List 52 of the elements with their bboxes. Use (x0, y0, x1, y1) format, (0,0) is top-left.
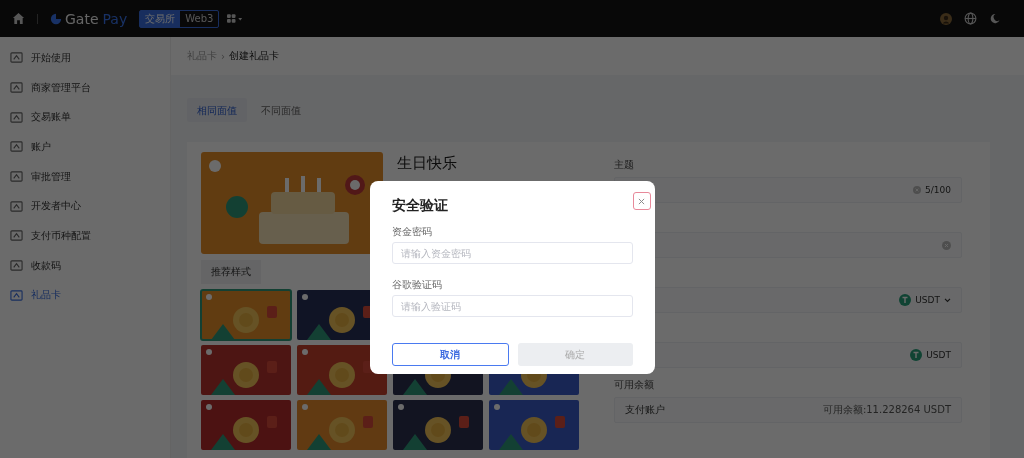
coin-icon (899, 294, 912, 306)
menu-item-icon (10, 288, 23, 302)
mode-option[interactable]: Web3 (180, 10, 219, 27)
menu-item-icon (10, 170, 23, 184)
dialog-title: 安全验证 (391, 197, 448, 215)
avatar-icon[interactable] (940, 12, 952, 25)
sidebar-item[interactable]: 交易账单 (0, 102, 170, 133)
sidebar-item[interactable]: 礼品卡 (0, 280, 170, 311)
field-label: 可用余额 (614, 379, 654, 390)
menu-item-icon (10, 110, 23, 124)
brand-name: Gate (65, 10, 99, 27)
character-count: 5/100 (925, 185, 951, 195)
sidebar-item[interactable]: 支付币种配置 (0, 221, 170, 251)
menu-item-icon (10, 259, 23, 273)
moon-icon[interactable] (989, 13, 1000, 24)
sidebar-item[interactable]: 收款码 (0, 250, 170, 281)
clear-icon[interactable] (942, 240, 951, 250)
cancel-button[interactable]: 取消 (391, 343, 509, 366)
input-field[interactable]: 请输入资金密码 (391, 242, 633, 264)
coin-icon (910, 349, 923, 361)
sidebar-item[interactable]: 审批管理 (0, 161, 170, 192)
input-field[interactable]: 请输入验证码 (391, 295, 633, 317)
currency-name: USDT (926, 350, 951, 360)
breadcrumb-current: 创建礼品卡 (229, 49, 279, 63)
menu-item-icon (10, 81, 23, 95)
logo-icon (50, 12, 62, 25)
menu-item-icon (10, 140, 23, 154)
tab[interactable]: 相同面值 (187, 98, 247, 122)
product-name: Pay (102, 10, 128, 27)
sidebar-item[interactable]: 商家管理平台 (0, 72, 170, 103)
field-label: 主题 (614, 159, 634, 170)
globe-icon[interactable] (964, 12, 977, 25)
apps-icon[interactable] (227, 13, 245, 24)
field-label: 资金密码 (391, 225, 433, 239)
account-name: 支付账户 (625, 403, 665, 417)
card-title: 生日快乐 (397, 154, 457, 173)
field-label: 谷歌验证码 (391, 278, 443, 292)
menu-item-icon (10, 199, 23, 213)
style-tab[interactable]: 推荐样式 (201, 260, 261, 284)
breadcrumb-separator: › (221, 50, 225, 62)
sidebar-item[interactable]: 开发者中心 (0, 191, 170, 222)
input-field[interactable]: 5/100 (614, 177, 962, 203)
menu-item-icon (10, 229, 23, 243)
close-icon (638, 197, 645, 205)
menu-item-icon (10, 51, 23, 65)
sidebar-item[interactable]: 账户 (0, 132, 170, 162)
close-button[interactable] (632, 192, 651, 210)
home-icon[interactable] (12, 12, 25, 25)
chevron-down-icon (944, 297, 951, 303)
mode-option[interactable]: 交易所 (140, 10, 181, 27)
clear-icon[interactable] (913, 186, 922, 194)
sidebar-item[interactable]: 开始使用 (0, 43, 170, 73)
